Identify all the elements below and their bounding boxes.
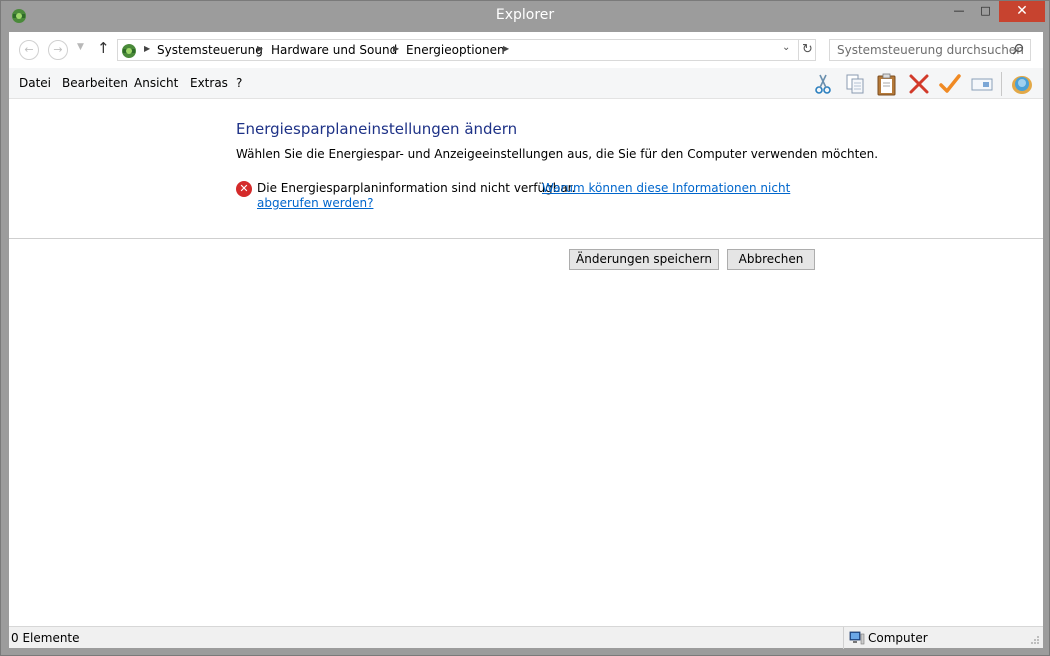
menu-datei[interactable]: Datei — [19, 76, 51, 90]
up-button[interactable]: ↑ — [97, 39, 110, 57]
computer-icon — [849, 631, 865, 645]
location-label: Computer — [868, 631, 928, 645]
check-icon[interactable] — [938, 72, 962, 96]
maximize-button[interactable]: □ — [972, 1, 999, 22]
refresh-button[interactable]: ↻ — [798, 39, 816, 61]
error-icon: ✕ — [236, 181, 252, 197]
copy-icon[interactable] — [843, 72, 867, 96]
item-count: 0 Elemente — [11, 631, 80, 645]
forward-arrow-icon: → — [53, 43, 63, 56]
breadcrumb-separator-icon: ▶ — [393, 44, 400, 53]
scissors-icon[interactable] — [811, 72, 835, 96]
up-arrow-icon: ↑ — [97, 39, 110, 57]
back-button[interactable]: ← — [19, 40, 39, 60]
close-button[interactable]: ✕ — [999, 1, 1045, 22]
window-title: Explorer — [495, 7, 555, 23]
error-help-link-continued[interactable]: abgerufen werden? — [257, 196, 373, 210]
search-icon[interactable] — [1012, 43, 1024, 55]
refresh-icon: ↻ — [802, 42, 813, 57]
menu-bearbeiten[interactable]: Bearbeiten — [62, 76, 128, 90]
resize-grip-icon[interactable] — [1030, 635, 1040, 645]
menu-ansicht[interactable]: Ansicht — [134, 76, 178, 90]
shell-icon[interactable] — [1010, 72, 1034, 96]
chevron-down-icon: ▼ — [77, 42, 84, 52]
explorer-window: Explorer — □ ✕ ← → ▼ ↑ ▶ Systemsteuerung… — [0, 0, 1050, 656]
breadcrumb-separator-icon: ▶ — [144, 44, 151, 53]
paste-icon[interactable] — [875, 72, 899, 96]
title-bar[interactable]: Explorer — □ ✕ — [1, 1, 1049, 31]
recent-locations-button[interactable]: ▼ — [77, 42, 84, 52]
back-arrow-icon: ← — [24, 43, 34, 56]
control-panel-icon — [122, 44, 136, 58]
page-title: Energiesparplaneinstellungen ändern — [236, 120, 518, 138]
breadcrumb-hardware-und-sound[interactable]: Hardware und Sound — [271, 43, 397, 57]
cancel-button[interactable]: Abbrechen — [727, 249, 815, 270]
forward-button[interactable]: → — [48, 40, 68, 60]
address-dropdown-icon[interactable]: ⌄ — [782, 42, 796, 53]
error-message: Die Energiesparplaninformation sind nich… — [257, 181, 576, 195]
page-description: Wählen Sie die Energiespar- und Anzeigee… — [236, 147, 879, 161]
main-content: Energiesparplaneinstellungen ändern Wähl… — [9, 99, 1043, 626]
menu-help[interactable]: ? — [236, 76, 242, 90]
delete-icon[interactable] — [907, 72, 931, 96]
breadcrumb-separator-icon: ▶ — [503, 44, 510, 53]
address-bar[interactable]: ▶ Systemsteuerung ▶ Hardware und Sound ▶… — [117, 39, 816, 61]
status-bar: 0 Elemente Computer — [9, 626, 1043, 649]
address-row: ← → ▼ ↑ ▶ Systemsteuerung ▶ Hardware und… — [9, 32, 1043, 68]
toolbar-separator — [1001, 72, 1002, 96]
minimize-button[interactable]: — — [946, 1, 972, 22]
save-changes-button[interactable]: Änderungen speichern — [569, 249, 719, 270]
menu-bar: Datei Bearbeiten Ansicht Extras ? — [9, 68, 1043, 99]
breadcrumb-separator-icon: ▶ — [257, 44, 264, 53]
search-placeholder: Systemsteuerung durchsuchen — [837, 43, 1024, 57]
error-help-link[interactable]: Warum können diese Informationen nicht — [542, 181, 790, 195]
search-input[interactable]: Systemsteuerung durchsuchen — [829, 39, 1031, 61]
rename-icon[interactable] — [970, 72, 994, 96]
content-divider — [9, 238, 1043, 239]
breadcrumb-systemsteuerung[interactable]: Systemsteuerung — [157, 43, 263, 57]
menu-extras[interactable]: Extras — [190, 76, 228, 90]
breadcrumb-energieoptionen[interactable]: Energieoptionen — [406, 43, 505, 57]
status-divider — [843, 627, 844, 649]
